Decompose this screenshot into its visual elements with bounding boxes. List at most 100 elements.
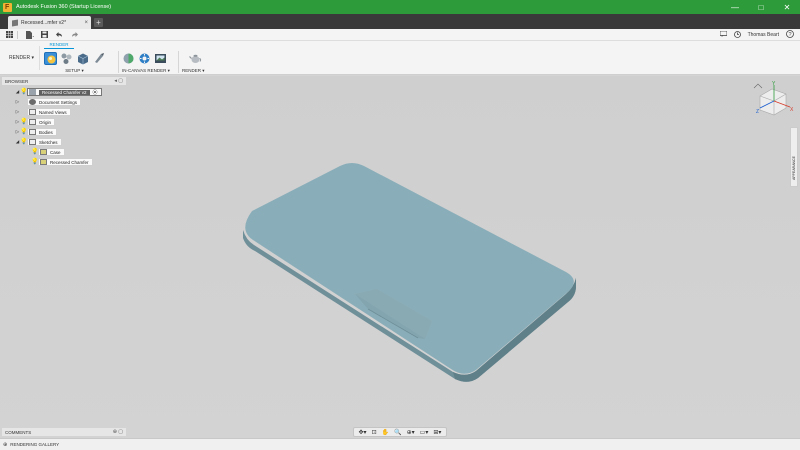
tree-item-label: Bodies xyxy=(39,129,53,135)
quick-access-toolbar: Thomas Beart ? xyxy=(0,29,800,41)
setup-group: SETUP ▾ xyxy=(44,51,105,75)
document-tab[interactable]: Recessed...mfer v2* × xyxy=(8,16,91,29)
appearance-icon[interactable] xyxy=(60,52,73,65)
document-tab-label: Recessed...mfer v2* xyxy=(21,19,67,26)
setup-group-label[interactable]: SETUP ▾ xyxy=(44,68,105,74)
document-settings-node: Document Settings xyxy=(27,98,82,106)
sketch-icon xyxy=(40,149,47,155)
browser-panel-header[interactable]: BROWSER ◂ ▢ xyxy=(2,77,126,85)
visibility-bulb-icon[interactable]: 💡 xyxy=(31,149,38,156)
grid-settings-icon[interactable]: ⊞▾ xyxy=(433,429,441,436)
toolbar-divider xyxy=(17,30,18,39)
tree-item-label: Sketches xyxy=(39,139,58,145)
visibility-bulb-icon[interactable]: 💡 xyxy=(20,119,27,126)
browser-root-row[interactable]: ◢ 💡 Recessed Chamfer v2 ⦿ xyxy=(15,88,102,96)
appearance-side-tab[interactable]: APPEARANCE xyxy=(790,127,798,187)
render-group-label[interactable]: RENDER ▾ xyxy=(182,68,205,74)
workspace-switcher[interactable]: RENDER ▾ xyxy=(4,46,40,70)
maximize-button[interactable]: □ xyxy=(748,0,774,14)
tab-render[interactable]: RENDER xyxy=(44,41,74,49)
notifications-icon[interactable] xyxy=(719,30,727,39)
tree-item-sketch-case[interactable]: 💡 Case xyxy=(31,148,65,156)
user-account-menu[interactable]: Thomas Beart xyxy=(748,32,779,38)
tree-item-label: Case xyxy=(50,149,61,155)
orbit-icon[interactable]: ✥▾ xyxy=(359,429,367,436)
component-icon xyxy=(29,89,36,95)
zoom-icon[interactable]: 🔍 xyxy=(394,429,401,436)
undo-icon[interactable] xyxy=(53,30,65,40)
visibility-bulb-icon[interactable]: 💡 xyxy=(20,139,27,146)
grid-icon[interactable] xyxy=(3,30,15,40)
svg-text:?: ? xyxy=(788,32,791,38)
zoom-window-icon[interactable]: ⊕▾ xyxy=(407,429,415,436)
document-tab-bar: Recessed...mfer v2* × + xyxy=(0,14,800,29)
rendering-gallery-bar[interactable]: ⊕ RENDERING GALLERY xyxy=(0,438,800,450)
named-views-node: Named Views xyxy=(27,108,71,116)
sketch-icon xyxy=(40,159,47,165)
ribbon-divider xyxy=(118,51,119,73)
rendering-gallery-title: RENDERING GALLERY xyxy=(10,442,60,447)
render-group: RENDER ▾ xyxy=(182,51,205,75)
ribbon-toolbar: RENDER ▾ RENDER SETUP ▾ IN-CANVAS RENDER… xyxy=(0,41,800,75)
tree-item-label: Document Settings xyxy=(39,99,78,105)
activate-radio-icon[interactable]: ⦿ xyxy=(93,89,98,96)
appearance-side-tab-label: APPEARANCE xyxy=(792,156,796,180)
help-icon[interactable]: ? xyxy=(786,30,794,40)
folder-icon xyxy=(29,129,36,135)
recessed-chamfer-sketch-node: Recessed Chamfer xyxy=(38,158,93,166)
close-window-button[interactable]: ✕ xyxy=(774,0,800,14)
tree-item-bodies[interactable]: ▷ 💡 Bodies xyxy=(15,128,57,136)
minimize-button[interactable]: — xyxy=(722,0,748,14)
new-tab-button[interactable]: + xyxy=(94,18,103,27)
file-icon[interactable] xyxy=(23,30,35,40)
add-comment-icon[interactable]: ⊕ ▢ xyxy=(113,429,123,435)
navigation-bar: ✥▾ ⊡ ✋ 🔍 ⊕▾ ▭▾ ⊞▾ xyxy=(353,427,447,437)
part-icon xyxy=(12,18,18,27)
case-sketch-node: Case xyxy=(38,148,65,156)
model-canvas[interactable] xyxy=(0,76,800,438)
pan-icon[interactable]: ✋ xyxy=(382,429,389,436)
tree-item-origin[interactable]: ▷ 💡 Origin xyxy=(15,118,56,126)
browser-root-label: Recessed Chamfer v2 xyxy=(39,89,90,95)
root-node: Recessed Chamfer v2 ⦿ xyxy=(27,88,102,96)
tree-item-document-settings[interactable]: ▷ Document Settings xyxy=(15,98,82,106)
visibility-bulb-icon[interactable]: 💡 xyxy=(20,129,27,136)
model-top-face xyxy=(245,163,574,374)
tree-item-named-views[interactable]: ▷ Named Views xyxy=(15,108,71,116)
x-axis-label: X xyxy=(790,107,794,113)
gallery-expand-icon[interactable]: ⊕ xyxy=(3,442,7,448)
decal-icon[interactable] xyxy=(92,52,105,65)
capture-image-icon[interactable] xyxy=(154,52,167,65)
save-icon[interactable] xyxy=(38,30,50,40)
look-at-icon[interactable]: ⊡ xyxy=(372,429,377,436)
scene-settings-icon[interactable] xyxy=(44,51,57,65)
ribbon-divider xyxy=(178,51,179,73)
tree-item-label: Recessed Chamfer xyxy=(50,159,89,165)
texture-map-icon[interactable] xyxy=(76,52,89,65)
folder-icon xyxy=(29,109,36,115)
in-canvas-render-icon[interactable] xyxy=(122,52,135,65)
comments-panel-header[interactable]: COMMENTS ⊕ ▢ xyxy=(2,428,126,436)
browser-collapse-icon[interactable]: ◂ ▢ xyxy=(114,78,123,84)
canvas-viewport[interactable] xyxy=(0,76,800,438)
redo-icon[interactable] xyxy=(68,30,80,40)
render-settings-gear-icon[interactable] xyxy=(138,52,151,65)
clock-icon[interactable] xyxy=(733,30,741,40)
comments-title: COMMENTS xyxy=(5,429,32,435)
visibility-bulb-icon[interactable]: 💡 xyxy=(20,89,27,96)
window-title: Autodesk Fusion 360 (Startup License) xyxy=(16,4,112,10)
display-settings-icon[interactable]: ▭▾ xyxy=(420,429,429,436)
browser-title: BROWSER xyxy=(5,78,29,84)
visibility-bulb-icon[interactable]: 💡 xyxy=(31,159,38,166)
in-canvas-render-group-label[interactable]: IN-CANVAS RENDER ▾ xyxy=(122,68,170,74)
folder-icon xyxy=(29,119,36,125)
tree-item-sketches[interactable]: ◢ 💡 Sketches xyxy=(15,138,62,146)
tree-item-sketch-recessed-chamfer[interactable]: 💡 Recessed Chamfer xyxy=(31,158,93,166)
z-axis-label: Z xyxy=(756,109,759,115)
in-canvas-render-group: IN-CANVAS RENDER ▾ xyxy=(122,51,170,75)
render-teapot-icon[interactable] xyxy=(188,52,202,65)
viewcube[interactable]: Y Z X xyxy=(752,80,797,120)
close-tab-icon[interactable]: × xyxy=(84,20,88,26)
tree-item-label: Named Views xyxy=(39,109,67,115)
bodies-node: Bodies xyxy=(27,128,57,136)
